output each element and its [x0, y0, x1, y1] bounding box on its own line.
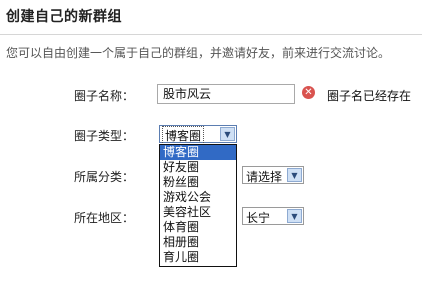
dropdown-option[interactable]: 育儿圈 [160, 250, 236, 265]
name-error-message: 圈子名已经存在 [327, 89, 412, 103]
area-label: 所在地区： [74, 211, 135, 225]
area-select-value: 长宁 [246, 211, 271, 225]
area-select[interactable]: 长宁 ▼ [242, 207, 304, 225]
triangle-down-icon[interactable]: ▼ [220, 127, 235, 141]
triangle-down-icon[interactable]: ▼ [287, 209, 302, 223]
type-label: 圈子类型： [74, 129, 135, 143]
dropdown-option[interactable]: 博客圈 [160, 145, 236, 160]
page-title: 创建自己的新群组 [6, 9, 122, 25]
triangle-down-icon[interactable]: ▼ [287, 168, 302, 182]
dropdown-option[interactable]: 好友圈 [160, 160, 236, 175]
category-select-value: 请选择 [246, 170, 283, 184]
type-select-value: 博客圈 [161, 126, 205, 145]
close-circle-icon: ✕ [302, 86, 315, 99]
dropdown-option[interactable]: 粉丝圈 [160, 175, 236, 190]
divider [0, 34, 422, 35]
type-select[interactable]: 博客圈 ▼ [159, 125, 237, 145]
dropdown-option[interactable]: 相册圈 [160, 235, 236, 250]
dropdown-option[interactable]: 体育圈 [160, 220, 236, 235]
category-select[interactable]: 请选择 ▼ [242, 166, 304, 184]
type-dropdown-list: 博客圈 好友圈 粉丝圈 游戏公会 美容社区 体育圈 相册圈 育儿圈 [159, 144, 237, 267]
dropdown-option[interactable]: 美容社区 [160, 205, 236, 220]
page-description: 您可以自由创建一个属于自己的群组，并邀请好友，前来进行交流讨论。 [6, 46, 391, 60]
name-label: 圈子名称： [74, 89, 135, 103]
category-label: 所属分类： [74, 170, 135, 184]
group-name-input[interactable]: 股市风云 [157, 84, 295, 104]
dropdown-option[interactable]: 游戏公会 [160, 190, 236, 205]
